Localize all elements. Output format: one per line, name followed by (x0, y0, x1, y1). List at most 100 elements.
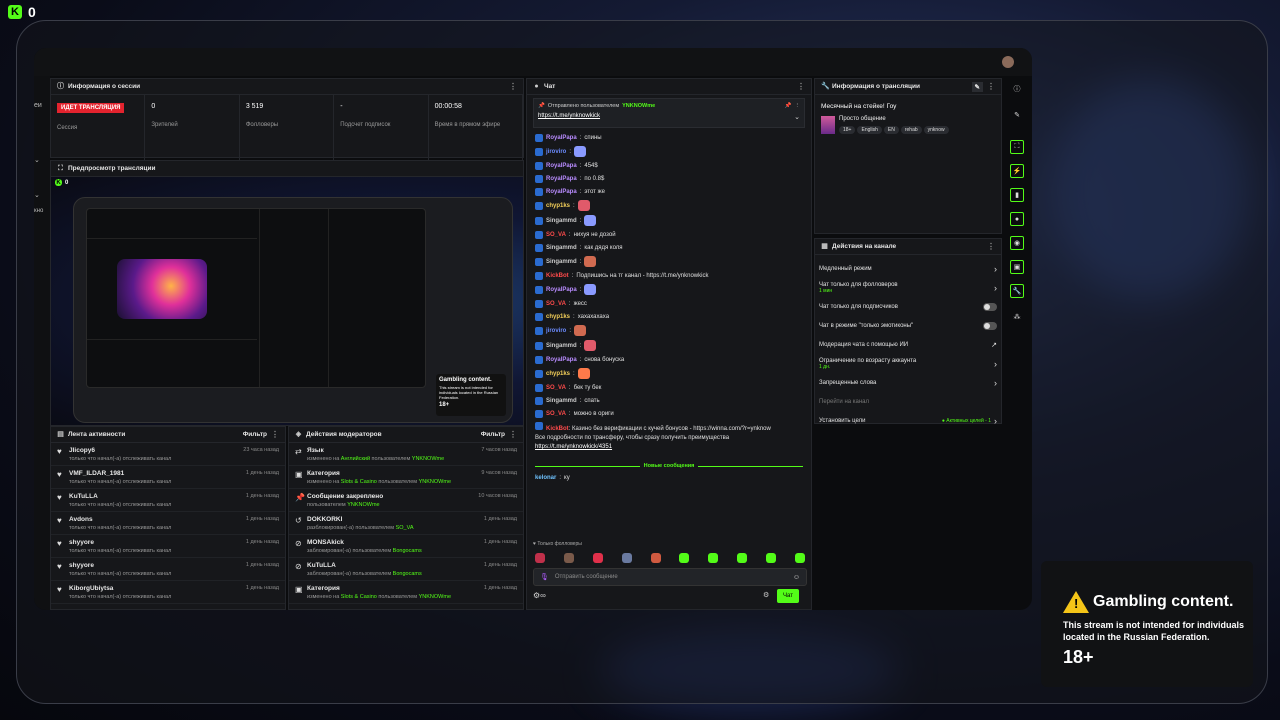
channel-action[interactable]: Ограничение по возрасту аккаунта 1 дн. › (815, 354, 1001, 373)
chat-username[interactable]: jiroviro (546, 328, 566, 334)
chevron-right-icon[interactable]: › (994, 264, 997, 274)
channel-action[interactable]: Чат только для подписчиков (815, 297, 1001, 316)
chat-username[interactable]: KickBot (546, 273, 569, 279)
chat-bubble-icon[interactable]: ● (1010, 212, 1024, 226)
list-item[interactable]: ♥ shyyore только что начал(-а) отслеживать… (51, 558, 285, 581)
list-item[interactable]: ▣ Категория изменено на Slots & Casino пол… (289, 581, 523, 604)
chat-username[interactable]: SO_VA (546, 385, 566, 391)
follower-name[interactable]: shyyore (69, 562, 246, 569)
more-icon[interactable]: ⋮ (987, 82, 995, 91)
chat-username[interactable]: KickBot (546, 426, 569, 432)
list-item[interactable]: ↺ DOKKORKI разблокирован(-а) пользователем… (289, 512, 523, 535)
stream-tag[interactable]: English (857, 126, 882, 134)
more-icon[interactable]: ⋮ (509, 430, 517, 439)
more-icon[interactable]: ⋮ (795, 103, 801, 109)
avatar[interactable] (1002, 56, 1014, 68)
channel-action[interactable]: Запрещенные слова › (815, 373, 1001, 392)
chat-username[interactable]: RoyalPapa (546, 357, 577, 363)
info-icon[interactable]: ⓘ (1010, 82, 1024, 96)
chat-username[interactable]: Singammd (546, 218, 577, 224)
mic-icon[interactable]: 🎙 (540, 573, 549, 581)
list-item[interactable]: ♥ KuTuLLA только что начал(-а) отслеживать… (51, 489, 285, 512)
chat-username[interactable]: Singammd (546, 343, 577, 349)
chevron-down-icon[interactable]: ⌄ (794, 113, 800, 121)
emote-icon[interactable] (563, 553, 574, 563)
chat-username[interactable]: Singammd (546, 245, 577, 251)
chat-username[interactable]: RoyalPapa (546, 189, 577, 195)
toggle-switch[interactable] (983, 321, 997, 330)
list-item[interactable]: ♥ VMF_ILDAR_1981 только что начал(-а) отсл… (51, 466, 285, 489)
chevron-right-icon[interactable]: › (994, 378, 997, 388)
pencil-icon[interactable]: ✎ (1010, 108, 1024, 122)
channel-action[interactable]: Чат только для фолловеров 1 мин › (815, 278, 1001, 297)
list-item[interactable]: ♥ Avdons только что начал(-а) отслеживать … (51, 512, 285, 535)
chevron-right-icon[interactable]: › (994, 416, 997, 426)
emote-icon[interactable] (535, 553, 545, 563)
chat-username[interactable]: jiroviro (546, 149, 566, 155)
channel-action[interactable]: Чат в режиме "только эмотиконы" (815, 316, 1001, 335)
chevron-right-icon[interactable]: › (994, 359, 997, 369)
list-item[interactable]: ♥ KiborgUbiytsa только что начал(-а) отсле… (51, 581, 285, 604)
pinned-message[interactable]: 📌 Отправлено пользователем YNKNOWme 📌 ⋮ h… (533, 98, 805, 128)
chat-username[interactable]: RoyalPapa (546, 176, 577, 182)
chat-username[interactable]: RoyalPapa (546, 135, 577, 141)
more-icon[interactable]: ⋮ (509, 82, 517, 91)
broadcast-icon[interactable]: ◉ (1010, 236, 1024, 250)
emote-icon[interactable] (708, 553, 719, 563)
chat-username[interactable]: kelonar (535, 475, 556, 481)
tool-icon[interactable]: 🔧 (1010, 284, 1024, 298)
lightning-icon[interactable]: ⚡ (1010, 164, 1024, 178)
filter-button[interactable]: Фильтр (481, 431, 505, 438)
chat-username[interactable]: SO_VA (546, 232, 566, 238)
stream-tag[interactable]: rehab (900, 126, 922, 134)
chat-username[interactable]: chyp1ks (546, 203, 570, 209)
more-icon[interactable]: ⋮ (271, 430, 279, 439)
list-item[interactable]: ⊘ MONSAkick заблокирован(-а) пользователем… (289, 535, 523, 558)
channel-action[interactable]: Медленный режим › (815, 259, 1001, 278)
clip-icon[interactable]: ▮ (1010, 188, 1024, 202)
follower-name[interactable]: KuTuLLA (69, 493, 246, 500)
chat-input[interactable]: 🎙 Отправить сообщение ☺ (533, 568, 807, 586)
follower-name[interactable]: Jlicopy6 (69, 447, 243, 454)
chat-username[interactable]: SO_VA (546, 301, 566, 307)
emote-icon[interactable] (679, 553, 690, 563)
stream-tag[interactable]: EN (883, 126, 899, 134)
settings-icon[interactable]: ⚙ (763, 591, 769, 599)
follower-name[interactable]: KiborgUbiytsa (69, 585, 246, 592)
chat-username[interactable]: Singammd (546, 259, 577, 265)
list-item[interactable]: ♥ shyyore только что начал(-а) отслеживать… (51, 535, 285, 558)
window-icon[interactable]: ▣ (1010, 260, 1024, 274)
chat-username[interactable]: RoyalPapa (546, 287, 577, 293)
chevron-right-icon[interactable]: › (994, 283, 997, 293)
chat-username[interactable]: chyp1ks (546, 314, 570, 320)
more-icon[interactable]: ⋮ (987, 242, 995, 251)
infinity-icon[interactable]: ⚙∞ (533, 591, 546, 600)
chat-username[interactable]: chyp1ks (546, 371, 570, 377)
send-chat-button[interactable]: Чат (777, 589, 799, 603)
emoji-icon[interactable]: ☺ (793, 574, 800, 581)
plugins-icon[interactable]: ⁂ (1010, 310, 1024, 324)
follower-name[interactable]: shyyore (69, 539, 246, 546)
emote-icon[interactable] (650, 553, 661, 563)
list-item[interactable]: ♥ Jlicopy6 только что начал(-а) отслеживат… (51, 443, 285, 466)
chat-username[interactable]: Singammd (546, 398, 577, 404)
stream-tag[interactable]: ynknow (923, 126, 949, 134)
pinned-link[interactable]: https://t.me/ynknowkick (538, 113, 794, 121)
channel-action[interactable]: Установить цели ● Активных целей - 1 › (815, 411, 1001, 430)
external-link-icon[interactable]: ↗ (991, 341, 997, 349)
list-item[interactable]: ⇄ Язык изменено на Английский пользователе… (289, 443, 523, 466)
emote-icon[interactable] (766, 553, 776, 563)
follower-name[interactable]: VMF_ILDAR_1981 (69, 470, 246, 477)
toggle-switch[interactable] (983, 302, 997, 311)
list-item[interactable]: 📌 Сообщение закреплено пользователем YNKNO… (289, 489, 523, 512)
more-icon[interactable]: ⋮ (797, 82, 805, 91)
follower-name[interactable]: Avdons (69, 516, 246, 523)
list-item[interactable]: ⊘ KuTuLLA заблокирован(-а) пользователем B… (289, 558, 523, 581)
category-name[interactable]: Просто общение (839, 116, 951, 122)
unpin-icon[interactable]: 📌 (785, 103, 792, 109)
emote-icon[interactable] (794, 553, 805, 563)
channel-action[interactable]: Модерация чата с помощью ИИ ↗ (815, 335, 1001, 354)
chat-link[interactable]: https://t.me/ynknowkick/4351 (535, 444, 612, 450)
edit-icon[interactable]: ✎ (971, 81, 983, 92)
stream-tag[interactable]: 18+ (839, 126, 856, 134)
